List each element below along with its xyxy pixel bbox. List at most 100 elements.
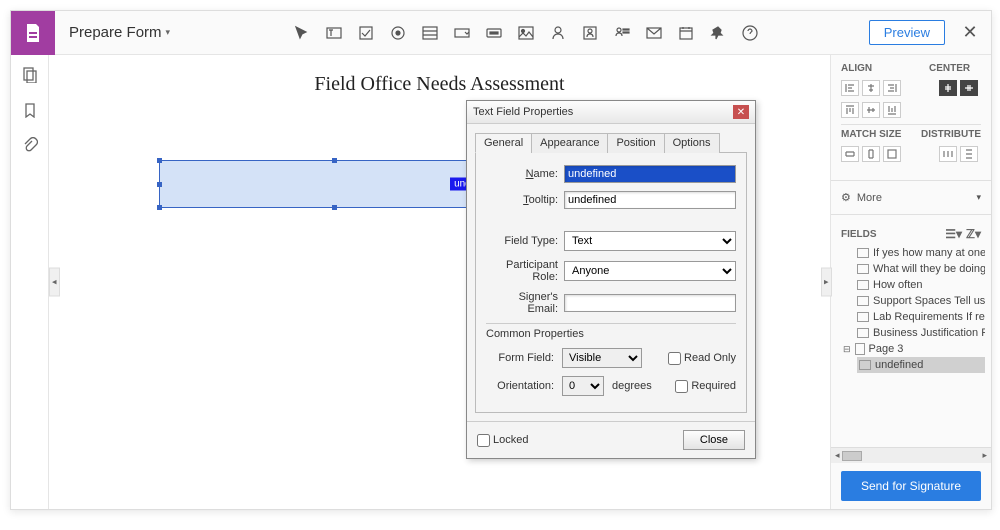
horizontal-scrollbar[interactable]: ◂ ▸ — [831, 447, 991, 463]
name-input[interactable] — [564, 165, 736, 183]
tooltip-label: Tooltip: — [486, 194, 564, 206]
center-v-icon[interactable] — [960, 80, 978, 96]
match-width-icon[interactable] — [841, 146, 859, 162]
text-field-properties-dialog: Text Field Properties ✕ General Appearan… — [466, 100, 756, 459]
align-top-icon[interactable] — [841, 102, 859, 118]
field-item[interactable]: If yes how many at one — [837, 245, 985, 261]
field-item[interactable]: What will they be doing — [837, 261, 985, 277]
radio-tool-icon[interactable] — [388, 23, 408, 43]
page-item[interactable]: ⊟Page 3 — [837, 341, 985, 357]
date-tool-icon[interactable] — [676, 23, 696, 43]
textfield-icon — [857, 312, 869, 322]
match-height-icon[interactable] — [862, 146, 880, 162]
resize-handle[interactable] — [157, 158, 162, 163]
resize-handle[interactable] — [332, 205, 337, 210]
field-item[interactable]: Lab Requirements If req — [837, 309, 985, 325]
tab-general[interactable]: General — [475, 133, 532, 153]
readonly-checkbox[interactable] — [668, 352, 681, 365]
textfield-tool-icon[interactable] — [324, 23, 344, 43]
signature-tool-icon[interactable] — [548, 23, 568, 43]
locked-checkbox[interactable] — [477, 434, 490, 447]
expand-icon[interactable]: ⊟ — [843, 344, 851, 355]
center-h-icon[interactable] — [939, 80, 957, 96]
fieldtype-select[interactable]: Text — [564, 231, 736, 251]
tab-order-icon[interactable]: ℤ▾ — [966, 227, 981, 241]
right-collapse-handle[interactable]: ▸ — [821, 268, 832, 297]
distribute-v-icon[interactable] — [960, 146, 978, 162]
preview-button[interactable]: Preview — [869, 20, 945, 45]
field-item[interactable]: Support Spaces Tell us — [837, 293, 985, 309]
readonly-label: Read Only — [684, 352, 736, 364]
distribute-heading: DISTRIBUTE — [921, 129, 981, 140]
locked-label: Locked — [493, 434, 528, 446]
send-for-signature-button[interactable]: Send for Signature — [841, 471, 981, 501]
email-label: Signer's Email: — [486, 291, 564, 315]
scroll-thumb[interactable] — [842, 451, 862, 461]
email-input[interactable] — [564, 294, 736, 312]
resize-handle[interactable] — [157, 205, 162, 210]
role-label: Participant Role: — [486, 259, 564, 283]
tab-position[interactable]: Position — [607, 133, 664, 153]
align-center-h-icon[interactable] — [862, 80, 880, 96]
topbar: Prepare Form ▾ Preview ✕ — [11, 11, 991, 55]
formfield-select[interactable]: Visible — [562, 348, 642, 368]
close-panel-icon[interactable]: ✕ — [955, 22, 985, 43]
resize-handle[interactable] — [157, 182, 162, 187]
field-item-selected[interactable]: undefined — [857, 357, 985, 373]
tab-options[interactable]: Options — [664, 133, 720, 153]
listbox-tool-icon[interactable] — [420, 23, 440, 43]
mode-icon[interactable] — [11, 11, 55, 55]
attachment-icon[interactable] — [22, 137, 38, 158]
align-left-icon[interactable] — [841, 80, 859, 96]
scroll-right-icon[interactable]: ▸ — [982, 450, 987, 461]
required-checkbox[interactable] — [675, 380, 688, 393]
required-label: Required — [691, 380, 736, 392]
orientation-label: Orientation: — [486, 380, 554, 392]
scroll-left-icon[interactable]: ◂ — [835, 450, 840, 461]
textfield-icon — [857, 328, 869, 338]
close-button[interactable]: Close — [683, 430, 745, 450]
textfield-icon — [857, 296, 869, 306]
textfield-icon — [857, 264, 869, 274]
match-both-icon[interactable] — [883, 146, 901, 162]
title-tool-icon[interactable] — [612, 23, 632, 43]
checkbox-tool-icon[interactable] — [356, 23, 376, 43]
selected-form-field[interactable]: undefined — [159, 160, 509, 208]
dialog-close-icon[interactable]: ✕ — [733, 105, 749, 119]
resize-handle[interactable] — [332, 158, 337, 163]
caret-down-icon: ▾ — [166, 27, 171, 38]
fields-heading: FIELDS — [841, 229, 877, 240]
email-tool-icon[interactable] — [644, 23, 664, 43]
dialog-titlebar[interactable]: Text Field Properties ✕ — [467, 101, 755, 124]
sliders-icon: ⚙ — [841, 191, 851, 204]
right-panel: ▸ ALIGN CENTER — [831, 55, 991, 509]
dropdown-tool-icon[interactable] — [452, 23, 472, 43]
bookmark-icon[interactable] — [22, 102, 38, 123]
align-bottom-icon[interactable] — [883, 102, 901, 118]
mode-dropdown[interactable]: Prepare Form ▾ — [55, 24, 184, 41]
fieldtype-label: Field Type: — [486, 235, 564, 247]
center-heading: CENTER — [929, 63, 981, 74]
select-tool-icon[interactable] — [292, 23, 312, 43]
align-heading: ALIGN — [841, 63, 929, 74]
help-icon[interactable] — [740, 23, 760, 43]
tab-appearance[interactable]: Appearance — [531, 133, 608, 153]
distribute-h-icon[interactable] — [939, 146, 957, 162]
initials-tool-icon[interactable] — [580, 23, 600, 43]
left-collapse-handle[interactable]: ◂ — [49, 268, 60, 297]
role-select[interactable]: Anyone — [564, 261, 736, 281]
orientation-select[interactable]: 0 — [562, 376, 604, 396]
sort-icon[interactable]: ☰▾ — [945, 227, 962, 241]
thumbnails-icon[interactable] — [22, 67, 38, 88]
pin-tool-icon[interactable] — [708, 23, 728, 43]
image-tool-icon[interactable] — [516, 23, 536, 43]
align-middle-icon[interactable] — [862, 102, 880, 118]
button-tool-icon[interactable] — [484, 23, 504, 43]
field-item[interactable]: Business Justification R — [837, 325, 985, 341]
formfield-label: Form Field: — [486, 352, 554, 364]
textfield-icon — [857, 248, 869, 258]
align-right-icon[interactable] — [883, 80, 901, 96]
more-dropdown[interactable]: ⚙ More ▾ — [831, 185, 991, 210]
tooltip-input[interactable] — [564, 191, 736, 209]
field-item[interactable]: How often — [837, 277, 985, 293]
